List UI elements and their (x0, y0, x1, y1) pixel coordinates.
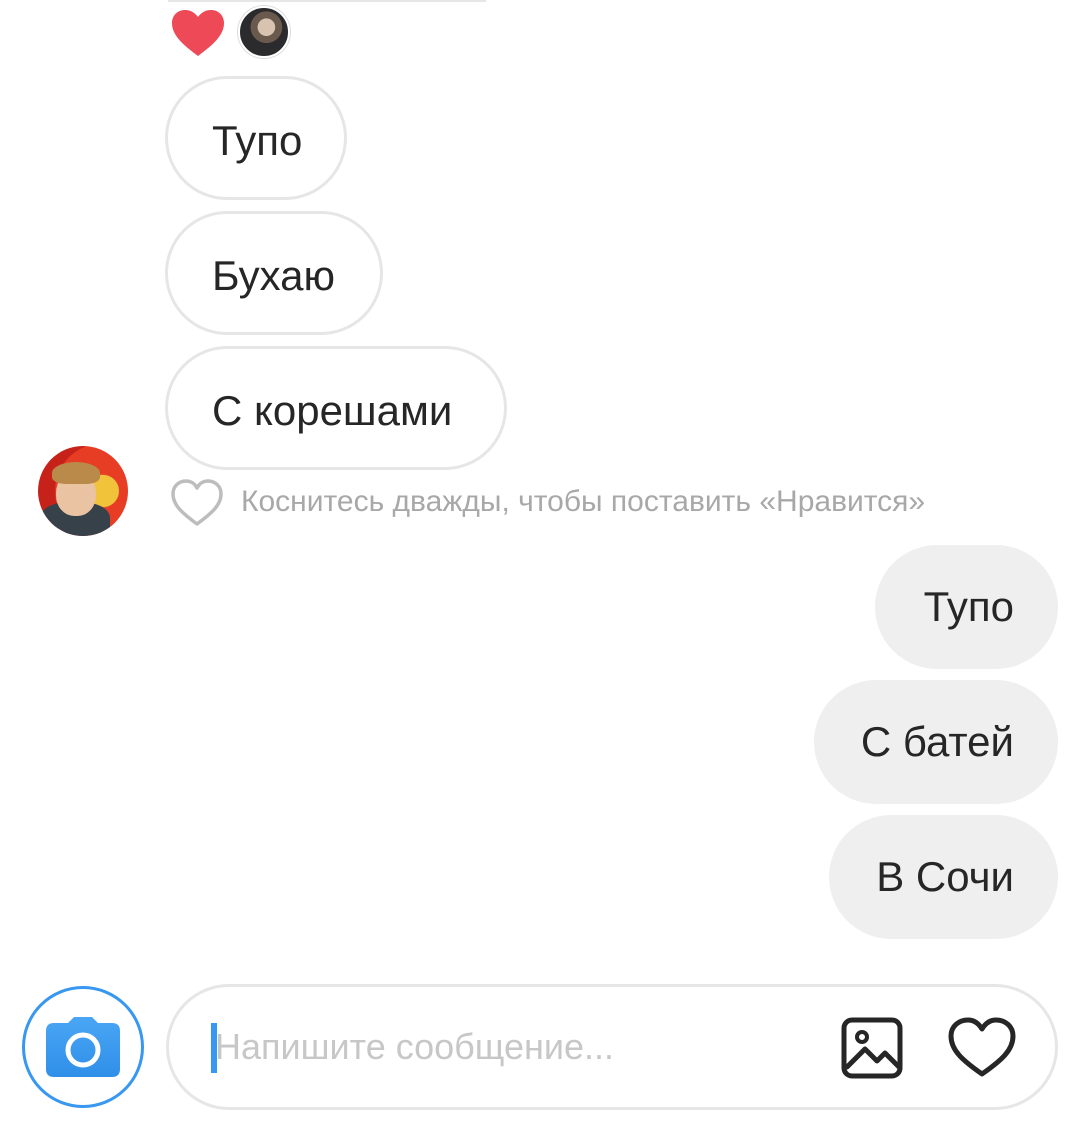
message-bubble-outgoing[interactable]: Тупо (875, 545, 1058, 669)
message-text: Тупо (923, 583, 1014, 630)
message-text: Тупо (212, 117, 303, 164)
message-bubble-outgoing[interactable]: В Сочи (829, 815, 1058, 939)
message-bubble-incoming[interactable]: Тупо (165, 76, 347, 200)
camera-icon (46, 1017, 120, 1077)
heart-reaction-icon (172, 10, 224, 56)
message-composer (166, 984, 1058, 1110)
message-input[interactable] (215, 1009, 815, 1085)
sender-avatar[interactable] (38, 446, 128, 536)
double-tap-like-hint: Коснитесь дважды, чтобы поставить «Нрави… (241, 485, 926, 518)
message-text: С корешами (212, 387, 453, 434)
message-text: Бухаю (212, 252, 336, 299)
message-bubble-incoming[interactable]: С корешами (165, 346, 507, 470)
heart-outline-icon[interactable] (170, 478, 224, 528)
camera-button[interactable] (22, 986, 144, 1108)
message-text: С батей (860, 718, 1014, 765)
message-bubble-outgoing[interactable]: С батей (814, 680, 1058, 804)
gallery-icon[interactable] (841, 1017, 903, 1079)
reactor-avatar[interactable] (238, 6, 290, 58)
like-heart-icon[interactable] (947, 1017, 1017, 1079)
message-text: В Сочи (876, 853, 1014, 900)
message-bubble-incoming[interactable]: Бухаю (165, 211, 383, 335)
direct-thread-screen: Тупо Бухаю С корешами Коснитесь дважды, … (0, 0, 1080, 1132)
divider (168, 0, 486, 2)
